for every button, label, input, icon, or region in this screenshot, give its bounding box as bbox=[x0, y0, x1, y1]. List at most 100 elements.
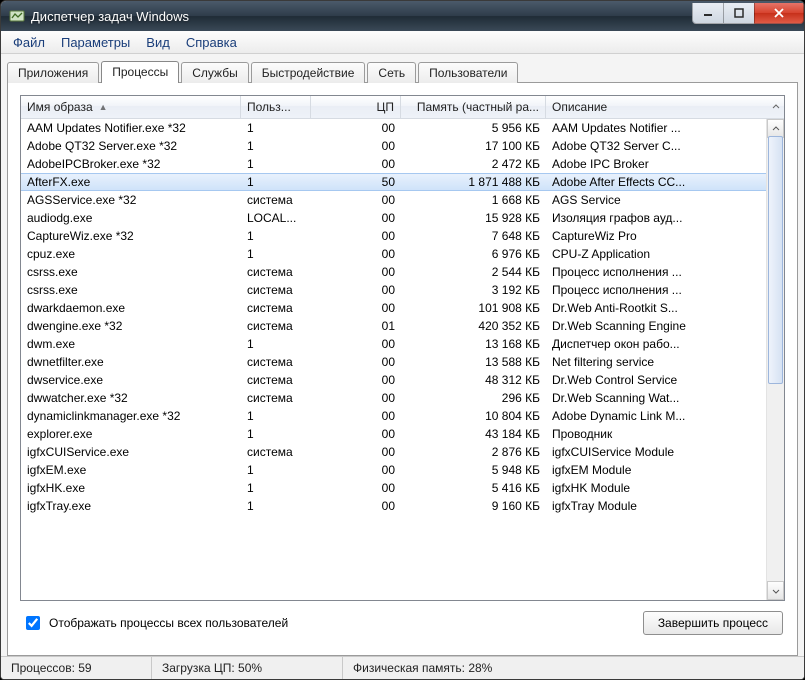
maximize-button[interactable] bbox=[723, 3, 755, 24]
cell-memory: 13 588 КБ bbox=[401, 355, 546, 369]
scroll-thumb[interactable] bbox=[768, 136, 783, 384]
status-cpu: Загрузка ЦП: 50% bbox=[152, 657, 343, 679]
table-row[interactable]: AAM Updates Notifier.exe *321005 956 КБA… bbox=[21, 119, 766, 137]
scroll-track[interactable] bbox=[767, 136, 784, 583]
tab-page-processes: Имя образа ▲ Польз... ЦП Память (частный… bbox=[7, 82, 798, 656]
cell-user: 1 bbox=[241, 229, 311, 243]
menubar: Файл Параметры Вид Справка bbox=[1, 31, 804, 54]
table-row[interactable]: csrss.exeсистема002 544 КБПроцесс исполн… bbox=[21, 263, 766, 281]
col-cpu[interactable]: ЦП bbox=[311, 96, 401, 118]
cell-user: 1 bbox=[241, 481, 311, 495]
minimize-button[interactable] bbox=[692, 3, 724, 24]
table-row[interactable]: csrss.exeсистема003 192 КБПроцесс исполн… bbox=[21, 281, 766, 299]
cell-description: Adobe Dynamic Link M... bbox=[546, 409, 766, 423]
list-header: Имя образа ▲ Польз... ЦП Память (частный… bbox=[21, 96, 784, 119]
cell-memory: 43 184 КБ bbox=[401, 427, 546, 441]
cell-description: Dr.Web Anti-Rootkit S... bbox=[546, 301, 766, 315]
cell-cpu: 00 bbox=[311, 355, 401, 369]
vertical-scrollbar[interactable] bbox=[766, 119, 784, 600]
col-image-label: Имя образа bbox=[27, 100, 93, 114]
tabstrip: Приложения Процессы Службы Быстродействи… bbox=[7, 58, 798, 82]
sort-asc-icon: ▲ bbox=[99, 102, 108, 112]
table-row[interactable]: igfxHK.exe1005 416 КБigfxHK Module bbox=[21, 479, 766, 497]
table-row[interactable]: Adobe QT32 Server.exe *3210017 100 КБAdo… bbox=[21, 137, 766, 155]
cell-cpu: 01 bbox=[311, 319, 401, 333]
cell-memory: 13 168 КБ bbox=[401, 337, 546, 351]
table-row[interactable]: dwnetfilter.exeсистема0013 588 КБNet fil… bbox=[21, 353, 766, 371]
table-row[interactable]: explorer.exe10043 184 КБПроводник bbox=[21, 425, 766, 443]
app-icon bbox=[9, 8, 25, 24]
titlebar[interactable]: Диспетчер задач Windows bbox=[1, 1, 804, 31]
tab-processes[interactable]: Процессы bbox=[101, 61, 179, 83]
show-all-users-checkbox[interactable]: Отображать процессы всех пользователей bbox=[22, 613, 643, 633]
table-row[interactable]: AdobeIPCBroker.exe *321002 472 КБAdobe I… bbox=[21, 155, 766, 173]
table-row[interactable]: dynamiclinkmanager.exe *3210010 804 КБAd… bbox=[21, 407, 766, 425]
show-all-users-input[interactable] bbox=[26, 616, 40, 630]
tab-services[interactable]: Службы bbox=[181, 62, 248, 83]
col-user[interactable]: Польз... bbox=[241, 96, 311, 118]
cell-cpu: 00 bbox=[311, 409, 401, 423]
cell-user: 1 bbox=[241, 463, 311, 477]
table-row[interactable]: AfterFX.exe1501 871 488 КБAdobe After Ef… bbox=[21, 173, 766, 191]
cell-user: система bbox=[241, 391, 311, 405]
cell-image: igfxTray.exe bbox=[21, 499, 241, 513]
cell-cpu: 00 bbox=[311, 229, 401, 243]
cell-cpu: 00 bbox=[311, 121, 401, 135]
cell-description: igfxTray Module bbox=[546, 499, 766, 513]
table-row[interactable]: igfxEM.exe1005 948 КБigfxEM Module bbox=[21, 461, 766, 479]
scroll-down-icon[interactable] bbox=[767, 581, 784, 600]
menu-params[interactable]: Параметры bbox=[53, 33, 138, 52]
cell-description: Процесс исполнения ... bbox=[546, 283, 766, 297]
table-row[interactable]: dwarkdaemon.exeсистема00101 908 КБDr.Web… bbox=[21, 299, 766, 317]
status-bar: Процессов: 59 Загрузка ЦП: 50% Физическа… bbox=[1, 656, 804, 679]
tab-performance[interactable]: Быстродействие bbox=[251, 62, 366, 83]
cell-image: igfxEM.exe bbox=[21, 463, 241, 477]
end-process-button[interactable]: Завершить процесс bbox=[643, 611, 783, 635]
table-row[interactable]: igfxTray.exe1009 160 КБigfxTray Module bbox=[21, 497, 766, 515]
cell-description: Net filtering service bbox=[546, 355, 766, 369]
menu-view[interactable]: Вид bbox=[138, 33, 178, 52]
cell-user: 1 bbox=[241, 427, 311, 441]
table-row[interactable]: dwservice.exeсистема0048 312 КБDr.Web Co… bbox=[21, 371, 766, 389]
cell-user: 1 bbox=[241, 174, 311, 190]
cell-memory: 5 948 КБ bbox=[401, 463, 546, 477]
cell-image: igfxHK.exe bbox=[21, 481, 241, 495]
tab-network[interactable]: Сеть bbox=[367, 62, 416, 83]
menu-file[interactable]: Файл bbox=[5, 33, 53, 52]
rows-container: AAM Updates Notifier.exe *321005 956 КБA… bbox=[21, 119, 766, 600]
table-row[interactable]: dwwatcher.exe *32система00296 КБDr.Web S… bbox=[21, 389, 766, 407]
table-row[interactable]: AGSService.exe *32система001 668 КБAGS S… bbox=[21, 191, 766, 209]
show-all-users-label: Отображать процессы всех пользователей bbox=[49, 616, 288, 630]
cell-user: система bbox=[241, 301, 311, 315]
cell-description: igfxEM Module bbox=[546, 463, 766, 477]
window-title: Диспетчер задач Windows bbox=[31, 9, 693, 24]
close-button[interactable] bbox=[754, 3, 804, 24]
table-row[interactable]: dwm.exe10013 168 КБДиспетчер окон рабо..… bbox=[21, 335, 766, 353]
cell-image: AfterFX.exe bbox=[21, 174, 241, 190]
tab-users[interactable]: Пользователи bbox=[418, 62, 518, 83]
bottom-bar: Отображать процессы всех пользователей З… bbox=[20, 601, 785, 643]
cell-image: csrss.exe bbox=[21, 283, 241, 297]
menu-help[interactable]: Справка bbox=[178, 33, 245, 52]
cell-user: система bbox=[241, 283, 311, 297]
cell-image: audiodg.exe bbox=[21, 211, 241, 225]
table-row[interactable]: audiodg.exeLOCAL...0015 928 КБИзоляция г… bbox=[21, 209, 766, 227]
col-image[interactable]: Имя образа ▲ bbox=[21, 96, 241, 118]
cell-description: CaptureWiz Pro bbox=[546, 229, 766, 243]
table-row[interactable]: cpuz.exe1006 976 КБCPU-Z Application bbox=[21, 245, 766, 263]
cell-image: Adobe QT32 Server.exe *32 bbox=[21, 139, 241, 153]
cell-memory: 5 416 КБ bbox=[401, 481, 546, 495]
cell-memory: 1 668 КБ bbox=[401, 193, 546, 207]
cell-memory: 3 192 КБ bbox=[401, 283, 546, 297]
table-row[interactable]: igfxCUIService.exeсистема002 876 КБigfxC… bbox=[21, 443, 766, 461]
table-row[interactable]: dwengine.exe *32система01420 352 КБDr.We… bbox=[21, 317, 766, 335]
cell-description: Изоляция графов ауд... bbox=[546, 211, 766, 225]
tab-apps[interactable]: Приложения bbox=[7, 62, 99, 83]
col-description[interactable]: Описание bbox=[546, 96, 767, 118]
cell-user: система bbox=[241, 355, 311, 369]
cell-image: dynamiclinkmanager.exe *32 bbox=[21, 409, 241, 423]
cell-cpu: 00 bbox=[311, 463, 401, 477]
cell-memory: 10 804 КБ bbox=[401, 409, 546, 423]
table-row[interactable]: CaptureWiz.exe *321007 648 КБCaptureWiz … bbox=[21, 227, 766, 245]
col-memory[interactable]: Память (частный ра... bbox=[401, 96, 546, 118]
